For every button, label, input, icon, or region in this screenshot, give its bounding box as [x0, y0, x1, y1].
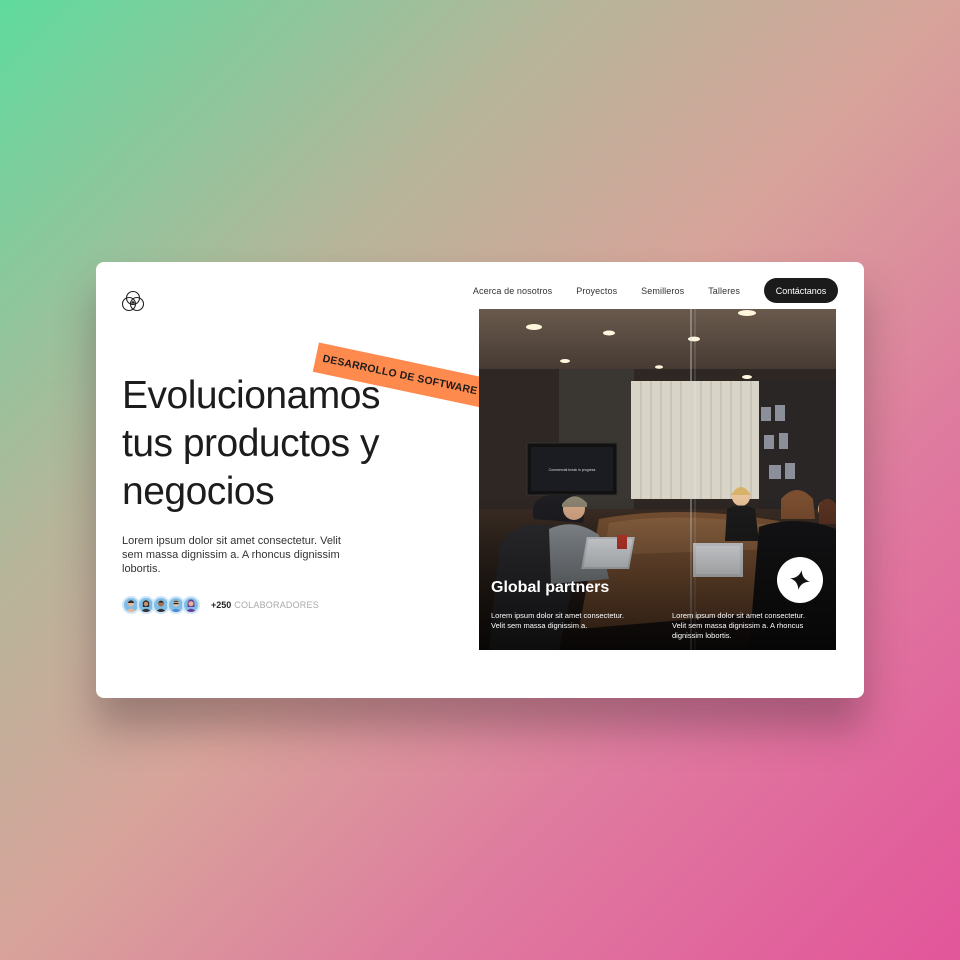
- feature-text-right: Lorem ipsum dolor sit amet consectetur. …: [672, 611, 805, 640]
- nav-link-about[interactable]: Acerca de nosotros: [473, 286, 552, 296]
- nav-link-workshops[interactable]: Talleres: [708, 286, 740, 296]
- hero-description: Lorem ipsum dolor sit amet consectetur. …: [122, 535, 341, 575]
- collaborators-row: +250 COLABORADORES: [122, 596, 319, 614]
- hero-title-line: negocios: [122, 470, 275, 513]
- hero-title-line: tus productos y: [122, 422, 379, 465]
- sparkle-star-button[interactable]: [777, 557, 823, 603]
- hero-title: Evolucionamos tus productos y negocios: [122, 372, 452, 516]
- landing-card: Acerca de nosotros Proyectos Semilleros …: [96, 262, 864, 698]
- meeting-room-illustration: Commercial break in progress: [479, 309, 836, 650]
- global-partners-title: Global partners: [491, 579, 610, 596]
- avatar: [182, 596, 200, 614]
- sparkle-star-icon: [790, 570, 810, 590]
- collaborators-count: +250: [211, 600, 232, 610]
- logo-icon[interactable]: [120, 288, 146, 314]
- nav-link-seedbeds[interactable]: Semilleros: [641, 286, 684, 296]
- office-meeting-photo: Commercial break in progress: [479, 309, 836, 650]
- nav-link-projects[interactable]: Proyectos: [576, 286, 617, 296]
- contact-button[interactable]: Contáctanos: [764, 278, 838, 303]
- avatar-group: [122, 596, 200, 614]
- collaborators-label: COLABORADORES: [234, 600, 319, 610]
- feature-text-left: Lorem ipsum dolor sit amet consectetur. …: [491, 611, 624, 630]
- top-nav: Acerca de nosotros Proyectos Semilleros …: [473, 278, 838, 303]
